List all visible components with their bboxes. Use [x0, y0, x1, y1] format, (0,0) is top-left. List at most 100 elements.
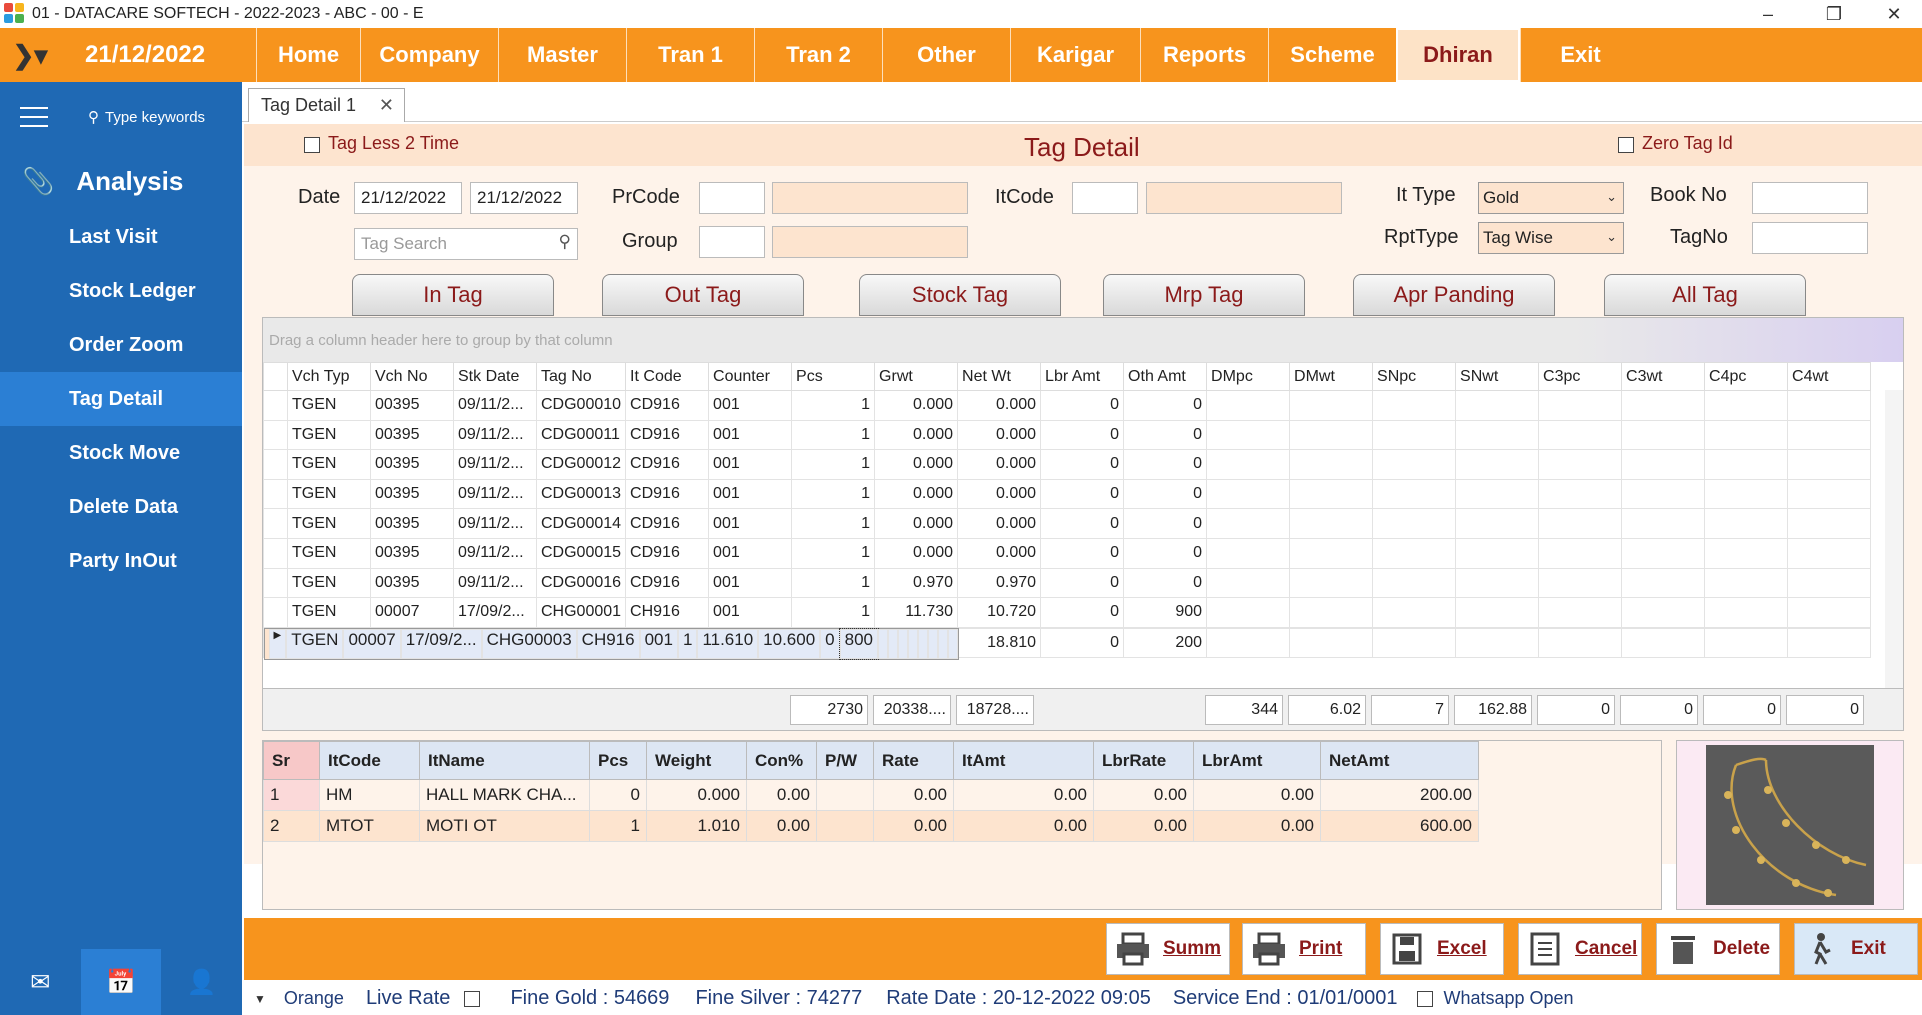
- menu-other[interactable]: Other: [882, 28, 1010, 82]
- table-cell[interactable]: 001: [708, 390, 793, 421]
- column-header[interactable]: C3pc: [1538, 362, 1623, 391]
- table-cell[interactable]: CHG00001: [535, 597, 627, 628]
- detail-cell[interactable]: HALL MARK CHA...: [419, 779, 590, 811]
- row-indicator[interactable]: [263, 508, 288, 539]
- table-cell[interactable]: CDG00011: [535, 419, 627, 451]
- table-cell[interactable]: [878, 628, 889, 659]
- sidebar-item-tag-detail[interactable]: Tag Detail: [0, 372, 242, 426]
- table-cell[interactable]: [1787, 390, 1872, 421]
- table-cell[interactable]: 0: [1040, 449, 1125, 480]
- prcode-input[interactable]: [699, 182, 765, 214]
- column-header[interactable]: DMwt: [1289, 362, 1374, 391]
- table-cell[interactable]: CDG00014: [535, 508, 627, 539]
- detail-column-header[interactable]: Con%: [746, 741, 817, 780]
- table-cell[interactable]: 09/11/2...: [453, 478, 537, 510]
- tab-in-tag[interactable]: In Tag: [352, 274, 554, 316]
- delete-button[interactable]: Delete: [1656, 923, 1780, 975]
- table-cell[interactable]: [1455, 390, 1540, 421]
- table-row[interactable]: ▶ TGEN 00007 17/09/2... CHG00003 CH916 001 1 11.…: [263, 627, 960, 660]
- detail-row[interactable]: 1 HM HALL MARK CHA... 0 0.000 0.00 0.00 0.00 0.0…: [263, 779, 1479, 811]
- table-cell[interactable]: 0: [1123, 508, 1208, 539]
- table-cell[interactable]: CH916: [625, 597, 710, 628]
- table-cell[interactable]: 0.000: [957, 478, 1042, 510]
- table-cell[interactable]: TGEN: [287, 419, 371, 451]
- minimize-icon[interactable]: –: [1740, 0, 1796, 28]
- detail-cell[interactable]: 0.00: [873, 779, 954, 811]
- table-cell[interactable]: CD916: [625, 390, 710, 421]
- table-cell[interactable]: TGEN: [287, 449, 371, 480]
- table-cell[interactable]: [1538, 567, 1623, 599]
- detail-cell[interactable]: HM: [319, 779, 420, 811]
- table-cell[interactable]: [1787, 597, 1872, 628]
- table-cell[interactable]: CD916: [625, 508, 710, 539]
- row-indicator[interactable]: [263, 597, 288, 628]
- tagno-input[interactable]: [1752, 222, 1868, 254]
- column-header[interactable]: C4pc: [1704, 362, 1789, 391]
- table-cell[interactable]: [1372, 390, 1457, 421]
- table-cell[interactable]: TGEN: [287, 508, 371, 539]
- column-header[interactable]: Vch Typ: [287, 362, 371, 391]
- table-cell[interactable]: 1: [791, 419, 876, 451]
- column-header[interactable]: Net Wt: [957, 362, 1042, 391]
- table-cell[interactable]: TGEN: [287, 478, 371, 510]
- table-cell[interactable]: 1: [791, 597, 876, 628]
- table-cell[interactable]: CD916: [625, 537, 710, 569]
- tab-out-tag[interactable]: Out Tag: [602, 274, 804, 316]
- column-header[interactable]: Oth Amt: [1123, 362, 1208, 391]
- table-cell[interactable]: [1621, 597, 1706, 628]
- detail-column-header[interactable]: ItAmt: [953, 741, 1094, 780]
- table-cell[interactable]: 001: [708, 478, 793, 510]
- table-cell[interactable]: 00395: [370, 508, 454, 539]
- table-cell[interactable]: 09/11/2...: [453, 537, 537, 569]
- table-cell[interactable]: 0.000: [874, 419, 959, 451]
- table-cell[interactable]: [1787, 419, 1872, 451]
- table-cell[interactable]: TGEN: [287, 390, 371, 421]
- column-header[interactable]: It Code: [625, 362, 710, 391]
- table-cell[interactable]: [1538, 478, 1623, 510]
- menu-karigar[interactable]: Karigar: [1010, 28, 1140, 82]
- table-cell[interactable]: 001: [708, 449, 793, 480]
- table-cell[interactable]: [1621, 390, 1706, 421]
- table-cell[interactable]: 1: [677, 628, 698, 659]
- table-row[interactable]: TGEN 00395 09/11/2... CDG00015 CD916 001 1 0.00…: [263, 537, 1872, 569]
- table-cell[interactable]: [1455, 449, 1540, 480]
- table-cell[interactable]: 0: [1040, 390, 1125, 421]
- close-tab-icon[interactable]: ✕: [379, 95, 394, 116]
- menu-scheme[interactable]: Scheme: [1268, 28, 1396, 82]
- table-cell[interactable]: 1: [791, 567, 876, 599]
- table-cell[interactable]: 0.000: [957, 449, 1042, 480]
- table-cell[interactable]: [918, 628, 929, 659]
- close-icon[interactable]: ✕: [1866, 0, 1922, 28]
- column-header[interactable]: Pcs: [791, 362, 876, 391]
- table-cell[interactable]: [1621, 627, 1706, 659]
- table-cell[interactable]: [1372, 419, 1457, 451]
- table-cell[interactable]: CHG00003: [481, 628, 577, 659]
- detail-column-header[interactable]: P/W: [816, 741, 874, 780]
- table-cell[interactable]: 17/09/2...: [400, 628, 482, 659]
- table-cell[interactable]: [1206, 419, 1291, 451]
- detail-cell[interactable]: 0.00: [746, 810, 817, 842]
- table-cell[interactable]: TGEN: [286, 628, 344, 659]
- table-cell[interactable]: [908, 628, 919, 659]
- table-cell[interactable]: 09/11/2...: [453, 508, 537, 539]
- detail-cell[interactable]: 0.00: [746, 779, 817, 811]
- table-cell[interactable]: 0: [1040, 627, 1125, 659]
- table-cell[interactable]: [1704, 537, 1789, 569]
- column-header[interactable]: Vch No: [370, 362, 454, 391]
- table-cell[interactable]: 00007: [343, 628, 401, 659]
- detail-cell[interactable]: 0.00: [873, 810, 954, 842]
- table-cell[interactable]: [1372, 597, 1457, 628]
- sidebar-item-order-zoom[interactable]: Order Zoom: [0, 318, 242, 372]
- table-cell[interactable]: [1372, 627, 1457, 659]
- table-cell[interactable]: 0.970: [874, 567, 959, 599]
- table-cell[interactable]: CDG00012: [535, 449, 627, 480]
- table-cell[interactable]: [1787, 567, 1872, 599]
- detail-column-header[interactable]: Pcs: [589, 741, 647, 780]
- table-cell[interactable]: [938, 628, 949, 659]
- table-cell[interactable]: 900: [1123, 597, 1208, 628]
- detail-cell[interactable]: 0.00: [1193, 779, 1321, 811]
- detail-column-header[interactable]: Sr: [263, 741, 320, 780]
- detail-cell[interactable]: 0.00: [1193, 810, 1321, 842]
- tab-stock-tag[interactable]: Stock Tag: [859, 274, 1061, 316]
- table-cell[interactable]: [1206, 478, 1291, 510]
